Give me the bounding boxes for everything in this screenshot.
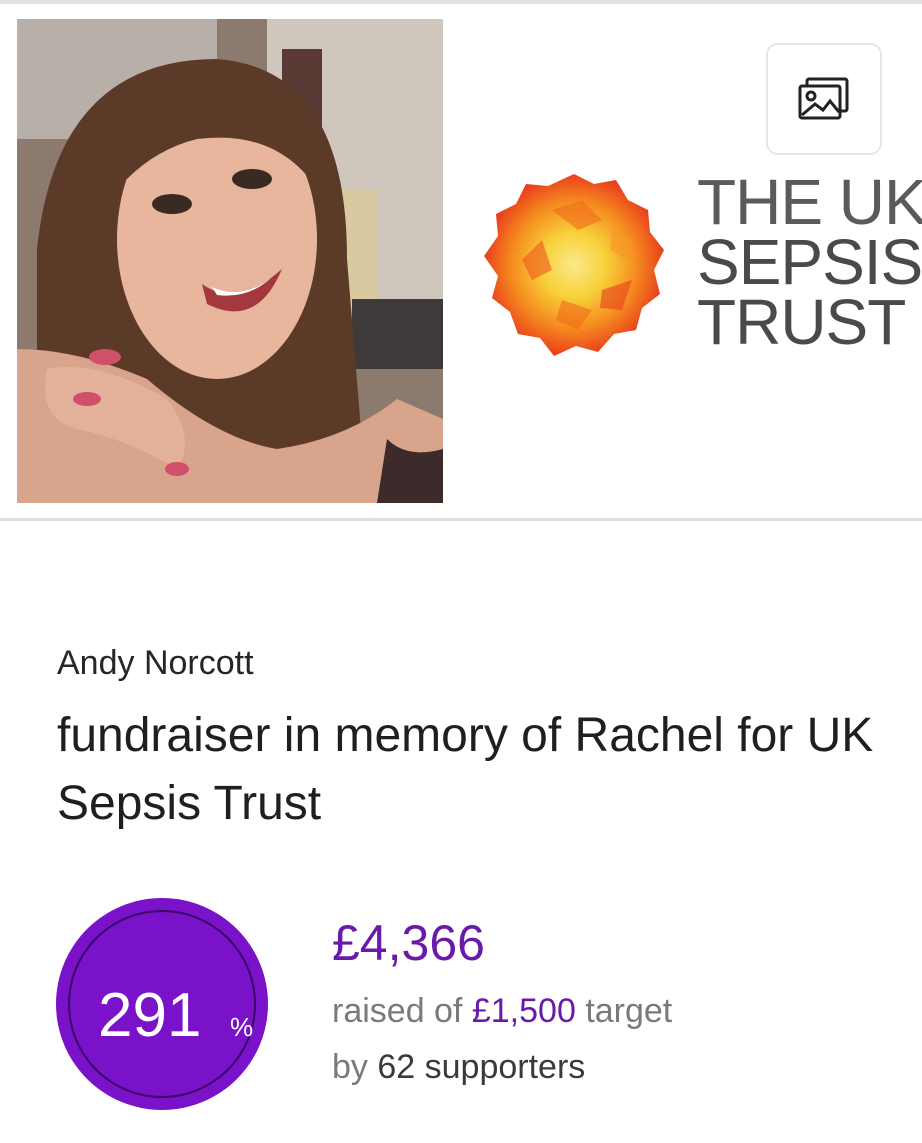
gallery-button[interactable]	[766, 43, 882, 155]
logo-line-3: TRUST	[697, 286, 906, 358]
progress-percent-ring: 291 %	[68, 910, 256, 1098]
image-gallery-icon	[798, 77, 849, 120]
progress-percent-badge: 291 %	[56, 898, 268, 1110]
supporters-line: by 62 supporters	[332, 1048, 585, 1087]
target-suffix: target	[585, 992, 673, 1030]
supporters-prefix: by	[332, 1048, 368, 1086]
raised-of-target: raised of £1,500 target	[332, 992, 672, 1031]
logo-line-1: THE UK	[697, 166, 922, 238]
fundraiser-photo[interactable]	[17, 19, 443, 503]
target-amount: £1,500	[471, 992, 576, 1030]
fundraiser-owner-name[interactable]: Andy Norcott	[57, 644, 254, 683]
supporters-count: 62 supporters	[377, 1048, 586, 1086]
sepsis-trust-logo-text: THE UK SEPSIS TRUST	[697, 166, 922, 358]
logo-line-2: SEPSIS	[697, 226, 922, 298]
progress-percent-symbol: %	[230, 1012, 254, 1042]
raised-amount: £4,366	[332, 915, 485, 971]
card-divider	[0, 518, 922, 521]
progress-percent-value: 291	[98, 981, 202, 1050]
sepsis-trust-logo-mark	[482, 170, 666, 360]
fundraiser-title: fundraiser in memory of Rachel for UK Se…	[57, 709, 874, 830]
raised-prefix: raised of	[332, 992, 463, 1030]
